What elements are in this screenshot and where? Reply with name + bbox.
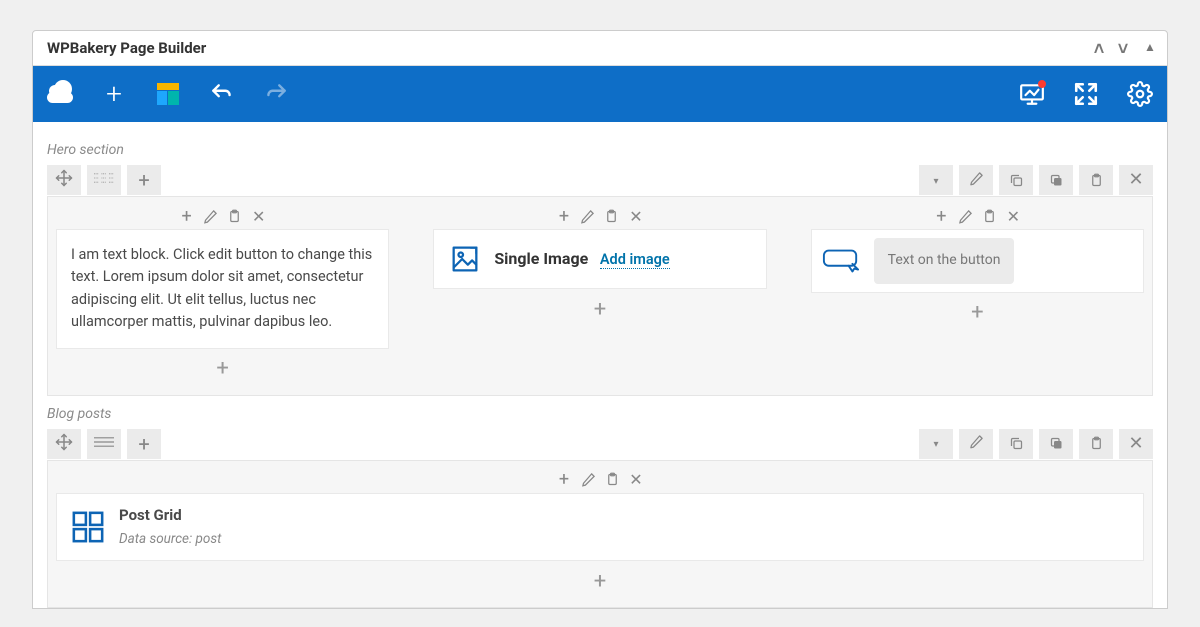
row-clone-button[interactable] bbox=[1039, 429, 1073, 459]
row-delete-button[interactable]: ✕ bbox=[1119, 165, 1153, 195]
preview-icon[interactable] bbox=[1019, 81, 1045, 107]
column: + ✕ I am text block. Click edit button t… bbox=[48, 197, 397, 395]
row-drag-handle[interactable] bbox=[47, 165, 81, 195]
panel-title: WPBakery Page Builder bbox=[47, 39, 206, 57]
col-clipboard-icon[interactable] bbox=[226, 207, 244, 225]
row-controls: + ▾ ✕ bbox=[47, 428, 1153, 460]
preview-notification-dot bbox=[1038, 80, 1046, 88]
element-title: Post Grid bbox=[119, 504, 221, 527]
move-down-icon[interactable]: ˅ bbox=[1112, 41, 1134, 59]
settings-icon[interactable] bbox=[1127, 81, 1153, 107]
post-grid-element[interactable]: Post Grid Data source: post bbox=[56, 493, 1144, 561]
col-delete-icon[interactable]: ✕ bbox=[627, 207, 645, 225]
builder-canvas: Hero section + ▾ bbox=[33, 122, 1167, 608]
column-append-button[interactable]: + bbox=[56, 561, 1144, 601]
row-layout-button[interactable] bbox=[87, 165, 121, 195]
column-append-button[interactable]: + bbox=[433, 289, 766, 329]
section-label: Blog posts bbox=[47, 406, 1153, 422]
undo-icon[interactable] bbox=[209, 81, 235, 107]
col-delete-icon[interactable]: ✕ bbox=[250, 207, 268, 225]
col-edit-icon[interactable] bbox=[202, 207, 220, 225]
column-controls: + ✕ bbox=[56, 467, 1144, 493]
button-element[interactable]: Text on the button bbox=[811, 229, 1144, 293]
wpbakery-cloud-icon[interactable] bbox=[47, 81, 73, 107]
button-placeholder: Text on the button bbox=[874, 238, 1015, 284]
row-delete-button[interactable]: ✕ bbox=[1119, 429, 1153, 459]
column-append-button[interactable]: + bbox=[811, 293, 1144, 333]
col-edit-icon[interactable] bbox=[579, 471, 597, 489]
element-subtitle: Data source: post bbox=[119, 529, 221, 550]
row-clipboard-button[interactable] bbox=[1079, 165, 1113, 195]
row-drag-handle[interactable] bbox=[47, 429, 81, 459]
row-edit-button[interactable] bbox=[959, 429, 993, 459]
column-controls: + ✕ bbox=[56, 203, 389, 229]
col-add-icon[interactable]: + bbox=[932, 207, 950, 225]
column-controls: + ✕ bbox=[811, 203, 1144, 229]
single-image-element[interactable]: Single Image Add image bbox=[433, 229, 766, 289]
col-add-icon[interactable]: + bbox=[555, 471, 573, 489]
templates-icon[interactable] bbox=[155, 81, 181, 107]
row-controls: + ▾ ✕ bbox=[47, 164, 1153, 196]
move-up-icon[interactable]: ˄ bbox=[1088, 41, 1110, 59]
image-icon bbox=[448, 242, 482, 276]
grid-icon bbox=[71, 510, 105, 544]
text-block-content: I am text block. Click edit button to ch… bbox=[71, 246, 372, 330]
panel-header: WPBakery Page Builder ˄ ˅ ▲ bbox=[33, 31, 1167, 66]
builder-toolbar: + bbox=[33, 66, 1167, 122]
col-add-icon[interactable]: + bbox=[178, 207, 196, 225]
panel-controls: ˄ ˅ ▲ bbox=[1088, 39, 1161, 57]
row-more-button[interactable]: ▾ bbox=[919, 429, 953, 459]
column: + ✕ Post Grid Data source: post bbox=[48, 461, 1152, 607]
button-icon bbox=[822, 248, 860, 274]
col-clipboard-icon[interactable] bbox=[603, 471, 621, 489]
page-builder-panel: WPBakery Page Builder ˄ ˅ ▲ + bbox=[32, 30, 1168, 609]
col-edit-icon[interactable] bbox=[956, 207, 974, 225]
column-controls: + ✕ bbox=[433, 203, 766, 229]
col-delete-icon[interactable]: ✕ bbox=[627, 471, 645, 489]
row-body: + ✕ Post Grid Data source: post bbox=[47, 460, 1153, 608]
column-append-button[interactable]: + bbox=[56, 349, 389, 389]
collapse-toggle-icon[interactable]: ▲ bbox=[1139, 41, 1161, 53]
text-block-element[interactable]: I am text block. Click edit button to ch… bbox=[56, 229, 389, 349]
fullscreen-icon[interactable] bbox=[1073, 81, 1099, 107]
redo-icon[interactable] bbox=[263, 81, 289, 107]
col-clipboard-icon[interactable] bbox=[603, 207, 621, 225]
row-add-column-button[interactable]: + bbox=[127, 429, 161, 459]
section-label: Hero section bbox=[47, 142, 1153, 158]
row-layout-button[interactable] bbox=[87, 429, 121, 459]
column: + ✕ Single Image Add image bbox=[425, 197, 774, 395]
row-clipboard-button[interactable] bbox=[1079, 429, 1113, 459]
col-edit-icon[interactable] bbox=[579, 207, 597, 225]
col-clipboard-icon[interactable] bbox=[980, 207, 998, 225]
element-title: Single Image bbox=[494, 249, 588, 268]
row-more-button[interactable]: ▾ bbox=[919, 165, 953, 195]
column: + ✕ Text on the button + bbox=[803, 197, 1152, 395]
row-edit-button[interactable] bbox=[959, 165, 993, 195]
row-clone-button[interactable] bbox=[1039, 165, 1073, 195]
row-copy-button[interactable] bbox=[999, 429, 1033, 459]
row-copy-button[interactable] bbox=[999, 165, 1033, 195]
col-delete-icon[interactable]: ✕ bbox=[1004, 207, 1022, 225]
col-add-icon[interactable]: + bbox=[555, 207, 573, 225]
add-image-link[interactable]: Add image bbox=[600, 251, 670, 269]
row-body: + ✕ I am text block. Click edit button t… bbox=[47, 196, 1153, 396]
row-add-column-button[interactable]: + bbox=[127, 165, 161, 195]
add-element-icon[interactable]: + bbox=[101, 81, 127, 107]
